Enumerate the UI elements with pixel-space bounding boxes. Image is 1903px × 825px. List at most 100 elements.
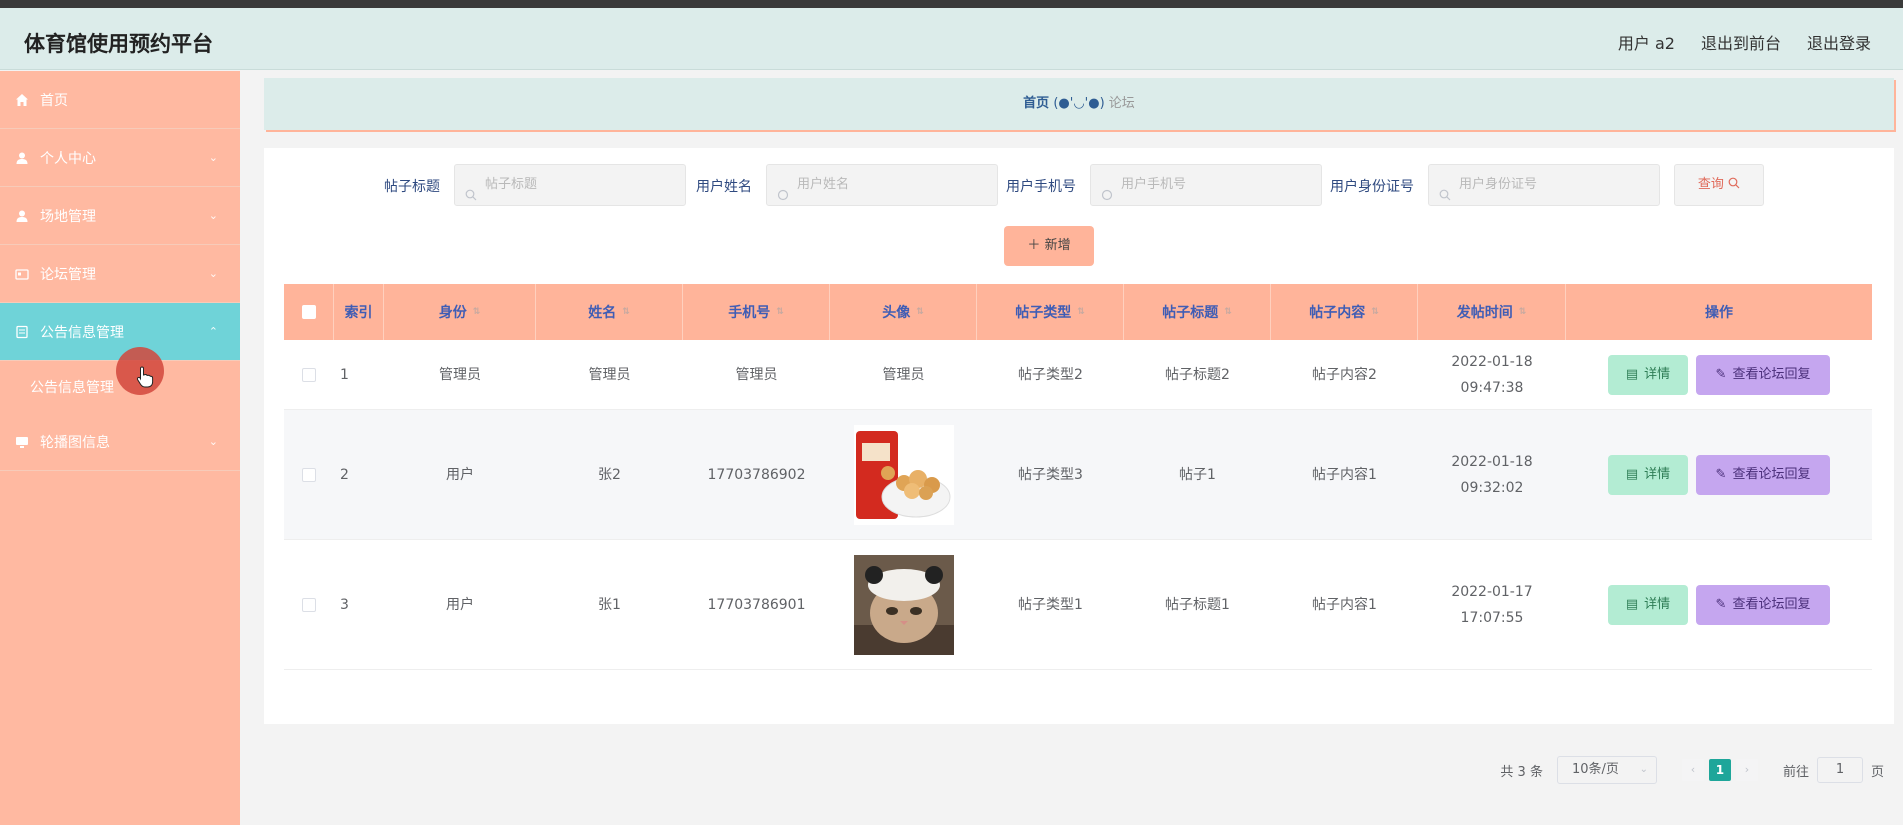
home-icon [14,92,30,108]
forum-table: 索引 身份 ⇅ 姓名 ⇅ 手机号 ⇅ 头像 ⇅ 帖子类型 ⇅ 帖子标题 ⇅ 帖子内容 ⇅ 发帖… [284,284,1872,670]
sidebar-item-personal-center[interactable]: 个人中心 ⌄ [0,129,240,187]
breadcrumb-separator: (●'◡'●) [1053,96,1105,111]
view-reply-button-label: 查看论坛回复 [1732,466,1811,482]
sidebar-item-notice-management[interactable]: 公告信息管理 ⌃ [0,303,240,361]
search-icon [1439,178,1451,201]
header-label: 索引 [344,305,373,321]
search-icon [1728,177,1740,192]
top-header: 体育馆使用预约平台 用户 a2 退出到前台 退出登录 [0,8,1903,70]
sort-icon: ⇅ [1077,307,1085,317]
page-suffix-label: 页 [1870,764,1884,780]
sidebar-item-label: 轮播图信息 [40,434,110,451]
cell-name: 管理员 [588,366,631,383]
hand-cursor-icon [136,366,154,388]
cell-post-time: 2022-01-18 09:47:38 [1451,353,1533,396]
cell-post-title: 帖子标题2 [1165,366,1230,383]
user-id-label: 用户身份证号 [1330,179,1414,195]
user-phone-label: 用户手机号 [1006,179,1076,195]
cell-actions: ▤ 详情 ✎ 查看论坛回复 [1566,410,1872,539]
logout-link[interactable]: 退出登录 [1807,30,1871,54]
header-post-title[interactable]: 帖子标题 ⇅ [1124,284,1271,340]
page-size-value: 10条/页 [1571,762,1619,777]
exit-to-front-link[interactable]: 退出到前台 [1701,30,1781,54]
row-select-cell [284,540,334,669]
sort-icon: ⇅ [1224,307,1232,317]
pagination-total: 共 3 条 [1500,764,1543,780]
detail-button-label: 详情 [1644,366,1671,382]
cell-actions: ▤ 详情 ✎ 查看论坛回复 [1566,540,1872,669]
user-id-placeholder: 用户身份证号 [1459,177,1538,192]
header-label: 帖子内容 [1309,305,1366,321]
add-button-label: 新增 [1044,238,1071,253]
header-post-content[interactable]: 帖子内容 ⇅ [1271,284,1418,340]
sidebar-item-venue-management[interactable]: 场地管理 ⌄ [0,187,240,245]
detail-button[interactable]: ▤ 详情 [1608,454,1688,495]
query-button-label: 查询 [1697,177,1724,192]
table-header: 索引 身份 ⇅ 姓名 ⇅ 手机号 ⇅ 头像 ⇅ 帖子类型 ⇅ 帖子标题 ⇅ 帖子内容 ⇅ 发帖… [284,284,1872,340]
header-post-type[interactable]: 帖子类型 ⇅ [977,284,1124,340]
breadcrumb-home[interactable]: 首页 [1023,96,1049,111]
header-label: 帖子类型 [1015,305,1072,321]
cell-avatar [830,410,977,539]
cell-post-content: 帖子内容1 [1312,596,1377,613]
user-phone-input[interactable]: 用户手机号 [1090,164,1322,206]
page-size-select[interactable]: 10条/页 ⌄ [1556,756,1657,784]
select-all-checkbox[interactable] [301,305,316,319]
detail-button[interactable]: ▤ 详情 [1608,354,1688,395]
document-icon: ▤ [1625,466,1639,482]
sidebar-item-forum-management[interactable]: 论坛管理 ⌄ [0,245,240,303]
user-name-placeholder: 用户姓名 [797,177,850,192]
user-id-input[interactable]: 用户身份证号 [1428,164,1660,206]
row-checkbox[interactable] [302,597,316,612]
view-reply-button[interactable]: ✎ 查看论坛回复 [1696,584,1830,625]
header-name[interactable]: 姓名 ⇅ [536,284,683,340]
header-label: 操作 [1705,305,1733,321]
query-button[interactable]: 查询 [1674,164,1764,206]
header-phone[interactable]: 手机号 ⇅ [683,284,830,340]
chevron-up-icon: ⌃ [208,325,218,338]
cell-post-content: 帖子内容1 [1312,466,1377,483]
detail-button-label: 详情 [1644,596,1671,612]
cell-post-type: 帖子类型2 [1018,366,1083,383]
row-checkbox[interactable] [302,367,316,382]
user-icon [14,208,30,224]
user-phone-placeholder: 用户手机号 [1121,177,1187,192]
cell-name: 张1 [598,596,621,613]
search-icon [777,178,789,201]
chevron-down-icon: ⌄ [1639,764,1648,775]
cell-post-type: 帖子类型3 [1018,466,1083,483]
header-post-time[interactable]: 发帖时间 ⇅ [1418,284,1566,340]
user-name-input[interactable]: 用户姓名 [766,164,998,206]
sidebar-item-home[interactable]: 首页 [0,71,240,129]
monitor-icon [14,434,30,450]
post-title-placeholder: 帖子标题 [485,177,538,192]
post-title-input[interactable]: 帖子标题 [454,164,686,206]
cell-post-type: 帖子类型1 [1018,596,1083,613]
post-title-label: 帖子标题 [384,179,440,195]
current-page-button[interactable]: 1 [1708,759,1731,781]
header-label: 手机号 [728,305,771,321]
row-checkbox[interactable] [302,467,316,482]
prev-page-button[interactable]: ‹ [1681,759,1704,781]
pagination: 共 3 条 10条/页 ⌄ ‹ 1 › 前往 1 页 [1500,756,1884,784]
view-reply-button[interactable]: ✎ 查看论坛回复 [1696,454,1830,495]
detail-button-label: 详情 [1644,466,1671,482]
plus-icon: ＋ [1027,238,1041,253]
sort-icon: ⇅ [622,307,630,317]
next-page-button[interactable]: › [1735,759,1758,781]
search-form: 帖子标题 帖子标题 用户姓名 用户姓名 用户手机号 用户手机号 用户身份证号 用… [264,164,1894,206]
header-avatar[interactable]: 头像 ⇅ [830,284,977,340]
current-user-link[interactable]: 用户 a2 [1618,30,1675,54]
cell-phone: 17703786901 [707,596,806,613]
header-identity[interactable]: 身份 ⇅ [384,284,536,340]
detail-button[interactable]: ▤ 详情 [1608,584,1688,625]
card-icon [14,266,30,282]
cell-name: 张2 [598,466,621,483]
document-icon: ▤ [1625,366,1639,382]
goto-page-input[interactable]: 1 [1816,757,1863,783]
search-icon [465,178,477,201]
view-reply-button[interactable]: ✎ 查看论坛回复 [1696,354,1830,395]
add-button[interactable]: ＋ 新增 [1004,226,1094,266]
cell-index: 3 [340,596,349,613]
sidebar-item-carousel-info[interactable]: 轮播图信息 ⌄ [0,413,240,471]
